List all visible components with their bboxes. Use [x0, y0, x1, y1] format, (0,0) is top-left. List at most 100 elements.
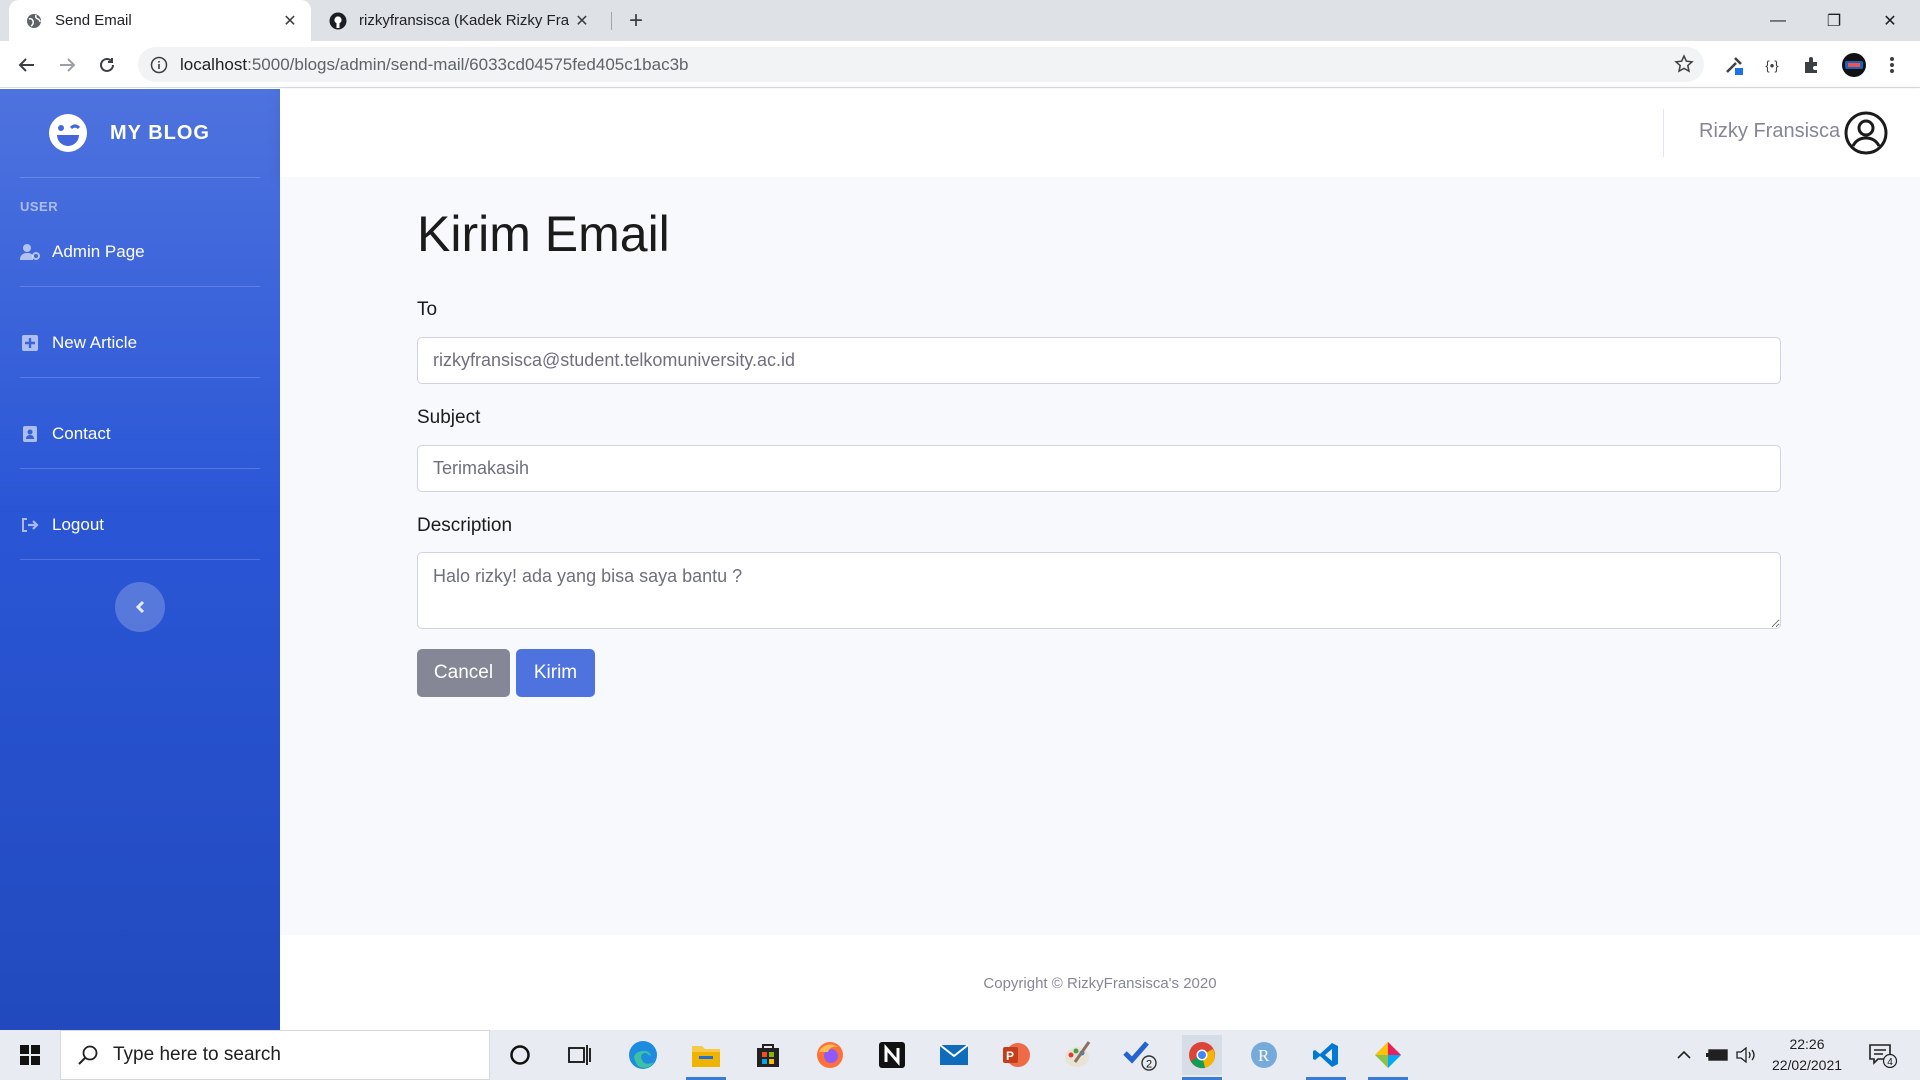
extension-dropper-icon[interactable] [1722, 53, 1746, 77]
address-bar[interactable]: localhost:5000/blogs/admin/send-mail/603… [138, 47, 1704, 82]
reload-icon [100, 57, 114, 72]
subject-field[interactable] [417, 445, 1781, 492]
windows-logo-icon [20, 1045, 40, 1065]
sign-out-icon [20, 516, 40, 534]
page-title: Kirim Email [417, 206, 670, 262]
sidebar-item-label: Contact [52, 424, 111, 443]
battery-icon[interactable] [1706, 1030, 1728, 1080]
paint-icon[interactable] [1058, 1035, 1098, 1075]
send-button[interactable]: Kirim [516, 649, 595, 697]
sidebar-heading: USER [20, 199, 59, 214]
browser-toolbar: localhost:5000/blogs/admin/send-mail/603… [0, 41, 1920, 88]
user-cog-icon [20, 243, 40, 261]
more-menu-icon[interactable] [1880, 53, 1904, 77]
sidebar-item-label: Admin Page [52, 242, 145, 261]
user-name[interactable]: Rizky Fransisca [1699, 120, 1840, 143]
arrow-left-icon [18, 58, 34, 72]
sidebar-item-label: New Article [52, 333, 138, 352]
browser-tab-bar: Send Email ✕ rizkyfransisca (Kadek Rizky… [0, 0, 1920, 41]
taskbar: Type here to search P 2 R 22:26 22/02/20… [0, 1030, 1920, 1080]
close-tab-icon[interactable]: ✕ [569, 11, 595, 31]
reload-button[interactable] [91, 49, 123, 81]
chevron-left-icon [135, 600, 145, 614]
chrome-icon[interactable] [1182, 1035, 1222, 1080]
topbar: Rizky Fransisca [280, 89, 1920, 177]
vscode-icon[interactable] [1306, 1035, 1346, 1080]
footer: Copyright © RizkyFransisca's 2020 [280, 935, 1920, 1030]
cancel-button[interactable]: Cancel [417, 649, 510, 697]
sidebar: MY BLOG USER Admin Page New Article Cont… [0, 89, 280, 1030]
tab-title: Send Email [55, 12, 132, 29]
taskbar-search[interactable]: Type here to search [60, 1030, 490, 1080]
sidebar-item-admin-page[interactable]: Admin Page [20, 237, 260, 267]
mail-icon[interactable] [934, 1035, 974, 1075]
maximize-button[interactable]: ❐ [1806, 0, 1862, 41]
tab-separator [611, 12, 612, 30]
svg-text:P: P [1006, 1049, 1014, 1063]
tab-send-email[interactable]: Send Email ✕ [9, 0, 311, 41]
description-field[interactable]: Halo rizky! ada yang bisa saya bantu ? [417, 552, 1781, 629]
sidebar-item-label: Logout [52, 515, 104, 534]
to-field[interactable] [417, 337, 1781, 384]
laugh-wink-icon [49, 114, 87, 152]
todo-icon[interactable]: 2 [1120, 1035, 1160, 1075]
puzzle-extensions-icon[interactable] [1800, 53, 1824, 77]
tray-chevron-up-icon[interactable] [1676, 1030, 1692, 1080]
start-button[interactable] [0, 1030, 60, 1080]
brand-name: MY BLOG [110, 121, 210, 144]
url-text: localhost:5000/blogs/admin/send-mail/603… [180, 54, 689, 74]
tab-github[interactable]: rizkyfransisca (Kadek Rizky Fransisca) ✕ [313, 0, 603, 41]
sidebar-divider [20, 468, 260, 469]
notification-center-icon[interactable]: 4 [1868, 1030, 1898, 1080]
info-icon[interactable] [150, 56, 168, 74]
subject-label: Subject [417, 407, 481, 428]
user-circle-icon[interactable] [1844, 111, 1888, 155]
profile-avatar[interactable] [1840, 53, 1868, 77]
cortana-icon[interactable] [500, 1035, 540, 1075]
r-app-icon[interactable]: R [1244, 1035, 1284, 1075]
powerpoint-icon[interactable]: P [996, 1035, 1036, 1075]
system-clock[interactable]: 22:26 22/02/2021 [1762, 1034, 1852, 1076]
volume-icon[interactable] [1736, 1030, 1756, 1080]
svg-text:R: R [1258, 1046, 1270, 1065]
todo-badge: 2 [1146, 1059, 1152, 1071]
task-view-icon[interactable] [560, 1035, 600, 1075]
sidebar-item-contact[interactable]: Contact [20, 419, 260, 449]
file-explorer-icon[interactable] [686, 1035, 726, 1080]
sidebar-divider [20, 286, 260, 287]
topbar-divider [1663, 109, 1664, 157]
gitkraken-icon[interactable] [1368, 1035, 1408, 1080]
close-tab-icon[interactable]: ✕ [277, 11, 303, 31]
plus-square-icon [20, 334, 40, 352]
clock-time: 22:26 [1789, 1036, 1825, 1052]
github-icon [329, 12, 347, 30]
notion-icon[interactable] [872, 1035, 912, 1075]
globe-icon [25, 12, 43, 30]
firefox-icon[interactable] [810, 1035, 850, 1075]
sidebar-divider [20, 377, 260, 378]
clock-date: 22/02/2021 [1771, 1057, 1843, 1073]
minimize-button[interactable]: — [1750, 0, 1806, 41]
edge-icon[interactable] [623, 1035, 663, 1075]
new-tab-button[interactable]: + [621, 6, 651, 36]
main-content: Kirim Email To Subject Description Halo … [280, 177, 1920, 935]
json-formatter-icon[interactable]: {•} [1760, 53, 1784, 77]
tab-title: rizkyfransisca (Kadek Rizky Fransisca) [359, 12, 569, 29]
sidebar-item-logout[interactable]: Logout [20, 510, 260, 540]
sidebar-divider [20, 559, 260, 560]
sidebar-toggle-button[interactable] [115, 582, 165, 632]
close-window-button[interactable]: ✕ [1862, 0, 1918, 41]
sidebar-item-new-article[interactable]: New Article [20, 328, 260, 358]
sidebar-divider [20, 177, 260, 178]
description-label: Description [417, 515, 513, 536]
to-label: To [417, 299, 438, 320]
bookmark-star-icon[interactable] [1674, 54, 1694, 74]
microsoft-store-icon[interactable] [748, 1035, 788, 1075]
brand[interactable]: MY BLOG [0, 89, 280, 177]
back-button[interactable] [11, 49, 43, 81]
forward-button[interactable] [51, 49, 83, 81]
copyright-text: Copyright © RizkyFransisca's 2020 [983, 975, 1217, 992]
address-book-icon [20, 425, 40, 443]
notification-count: 4 [1887, 1057, 1893, 1068]
search-icon [78, 1045, 98, 1065]
